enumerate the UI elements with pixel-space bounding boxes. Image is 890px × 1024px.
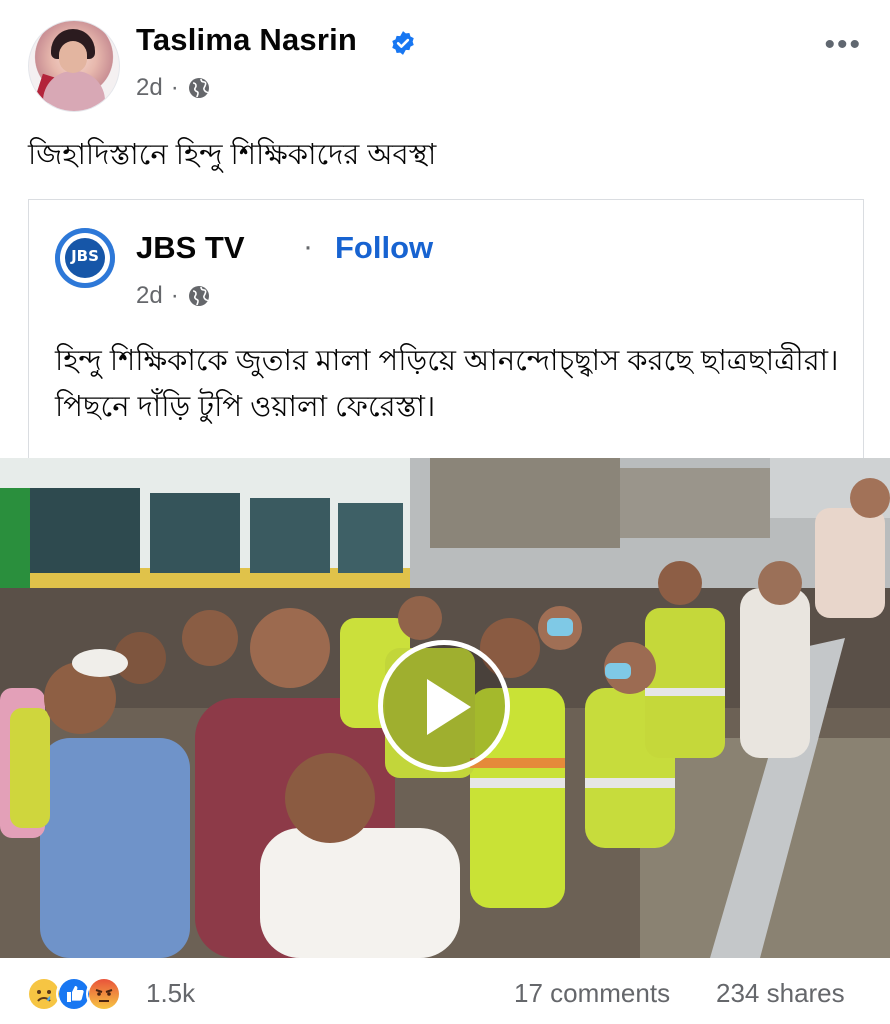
shared-post-meta: 2d · xyxy=(136,282,211,310)
post-meta: 2d · xyxy=(136,74,211,102)
shared-post-time[interactable]: 2d xyxy=(136,282,163,310)
post-text: জিহাদিস্তানে হিন্দু শিক্ষিকাদের অবস্থা xyxy=(28,139,437,171)
comments-count[interactable]: 17 comments xyxy=(514,978,670,1009)
angry-reaction-icon xyxy=(86,976,122,1012)
play-icon xyxy=(427,679,471,735)
author-name[interactable]: Taslima Nasrin xyxy=(136,22,357,58)
shared-post-card[interactable]: JBS JBS TV · Follow 2d · হিন্দু শিক্ষিকা… xyxy=(28,199,864,460)
verified-badge-icon xyxy=(392,31,414,55)
shares-count[interactable]: 234 shares xyxy=(716,978,845,1009)
shared-post-text: হিন্দু শিক্ষিকাকে জুতার মালা পড়িয়ে আনন… xyxy=(55,345,839,423)
public-globe-icon xyxy=(188,78,209,98)
page-logo-text: JBS xyxy=(71,247,99,265)
reactions-summary[interactable] xyxy=(26,976,122,1012)
author-avatar[interactable] xyxy=(28,20,120,112)
play-button[interactable] xyxy=(378,640,510,772)
post-time[interactable]: 2d xyxy=(136,74,163,102)
public-globe-icon xyxy=(188,286,209,306)
post-footer: 1.5k 17 comments 234 shares xyxy=(0,958,890,1024)
page-avatar[interactable]: JBS xyxy=(55,228,115,288)
more-horizontal-icon[interactable]: ••• xyxy=(824,30,862,60)
post-header: Taslima Nasrin 2d · ••• xyxy=(0,0,890,120)
follow-button[interactable]: Follow xyxy=(335,230,433,266)
separator-dot: · xyxy=(303,230,313,263)
reaction-count[interactable]: 1.5k xyxy=(146,978,195,1009)
page-name[interactable]: JBS TV xyxy=(136,230,245,266)
